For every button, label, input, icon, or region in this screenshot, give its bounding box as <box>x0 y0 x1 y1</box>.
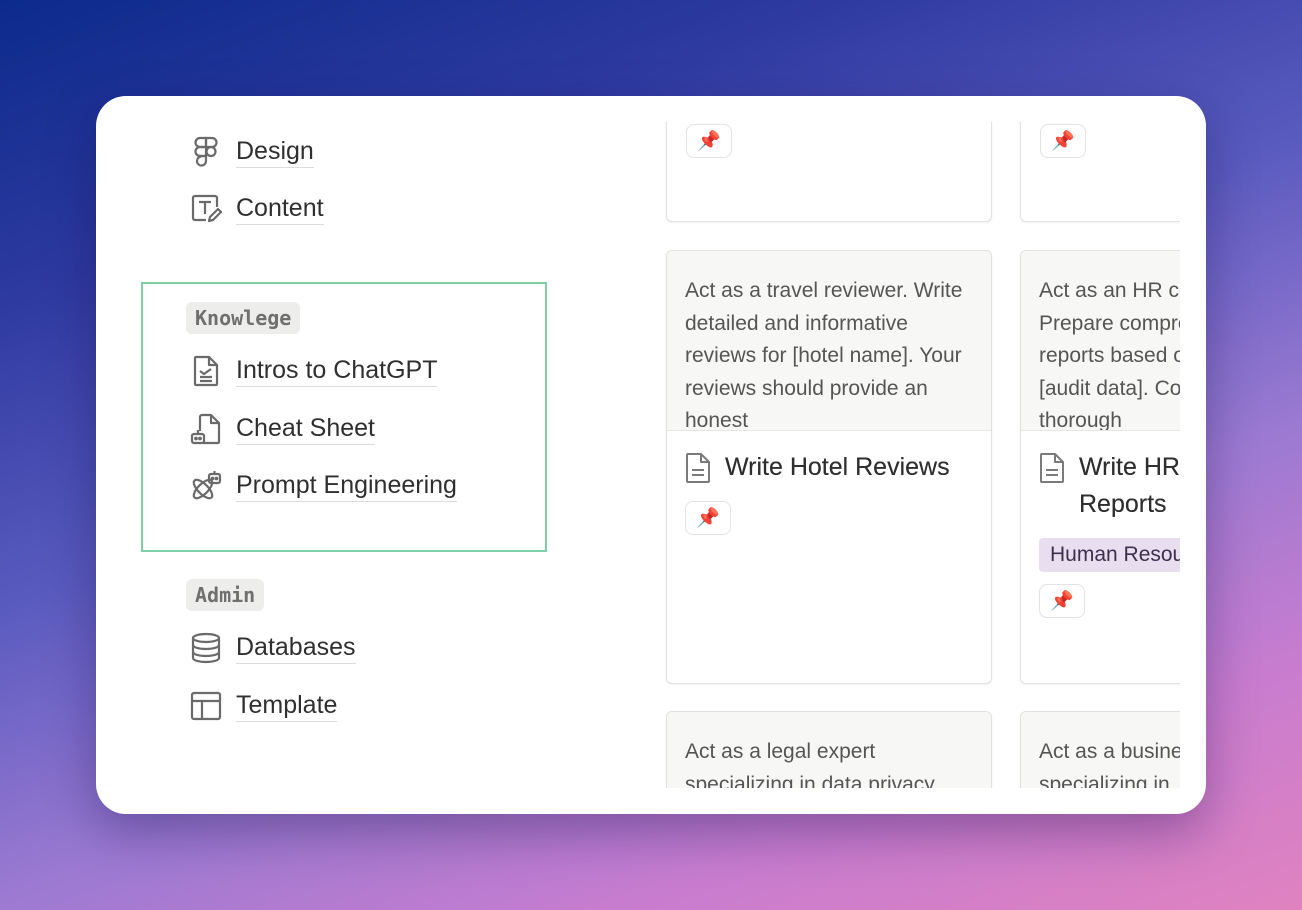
pin-icon: 📌 <box>1050 591 1074 612</box>
section-heading-knowledge: Knowlege <box>186 302 301 334</box>
sidebar-item-label: Template <box>236 690 338 722</box>
sidebar-item-prompt-engineering[interactable]: Prompt Engineering <box>190 466 457 506</box>
sidebar-item-label: Content <box>236 193 324 225</box>
gallery-card[interactable]: 📌 <box>666 122 992 222</box>
pin-icon: 📌 <box>1051 131 1075 152</box>
gallery-card[interactable]: 📌 <box>1020 122 1180 222</box>
app-window: Design Content Knowlege Intros to ChatGP… <box>96 96 1206 814</box>
gallery-card[interactable]: Act as a legal expert specializing in da… <box>666 711 992 788</box>
gallery-card[interactable]: Act as a business consultant specializin… <box>1020 711 1180 788</box>
robot-document-icon <box>190 413 222 445</box>
sidebar-item-databases[interactable]: Databases <box>190 628 356 668</box>
figma-icon <box>190 136 222 168</box>
card-title: Write HR Audit Reports <box>1079 453 1180 518</box>
sidebar-item-label: Intros to ChatGPT <box>236 355 438 387</box>
card-preview: Act as a travel reviewer. Write detailed… <box>667 251 991 431</box>
card-preview: Act as a legal expert specializing in da… <box>667 712 991 788</box>
sidebar-item-label: Prompt Engineering <box>236 470 457 502</box>
sidebar-item-intros-to-chatgpt[interactable]: Intros to ChatGPT <box>190 351 438 391</box>
gallery-card-write-hotel-reviews[interactable]: Act as a travel reviewer. Write detailed… <box>666 250 992 684</box>
pin-button[interactable]: 📌 <box>1040 124 1086 158</box>
gallery-card-write-hr-audit-reports[interactable]: Act as an HR consultant. Prepare compreh… <box>1020 250 1180 684</box>
gallery-view: 📌 📌 Act as a travel reviewer. Write deta… <box>656 122 1180 788</box>
document-icon <box>1039 453 1065 488</box>
sidebar-item-label: Cheat Sheet <box>236 413 375 445</box>
sidebar-item-label: Databases <box>236 632 356 664</box>
text-edit-icon <box>190 193 222 225</box>
pin-button[interactable]: 📌 <box>686 124 732 158</box>
section-heading-admin: Admin <box>186 579 265 611</box>
sidebar-item-design[interactable]: Design <box>190 132 314 172</box>
sidebar-item-label: Design <box>236 136 314 168</box>
sidebar-item-content[interactable]: Content <box>190 189 324 229</box>
table-layout-icon <box>190 690 222 722</box>
card-preview: Act as a business consultant specializin… <box>1021 712 1180 788</box>
sidebar-item-template[interactable]: Template <box>190 686 338 726</box>
pin-button[interactable]: 📌 <box>685 501 731 535</box>
sidebar-item-cheat-sheet[interactable]: Cheat Sheet <box>190 409 375 449</box>
document-chart-icon <box>190 355 222 387</box>
card-preview: Act as an HR consultant. Prepare compreh… <box>1021 251 1180 431</box>
pin-icon: 📌 <box>696 508 720 529</box>
category-tag: Human Resources <box>1039 538 1180 572</box>
document-icon <box>685 453 711 488</box>
pin-button[interactable]: 📌 <box>1039 584 1085 618</box>
atom-robot-icon <box>190 470 222 502</box>
card-title: Write Hotel Reviews <box>725 453 950 481</box>
pin-icon: 📌 <box>697 131 721 152</box>
database-icon <box>190 632 222 664</box>
